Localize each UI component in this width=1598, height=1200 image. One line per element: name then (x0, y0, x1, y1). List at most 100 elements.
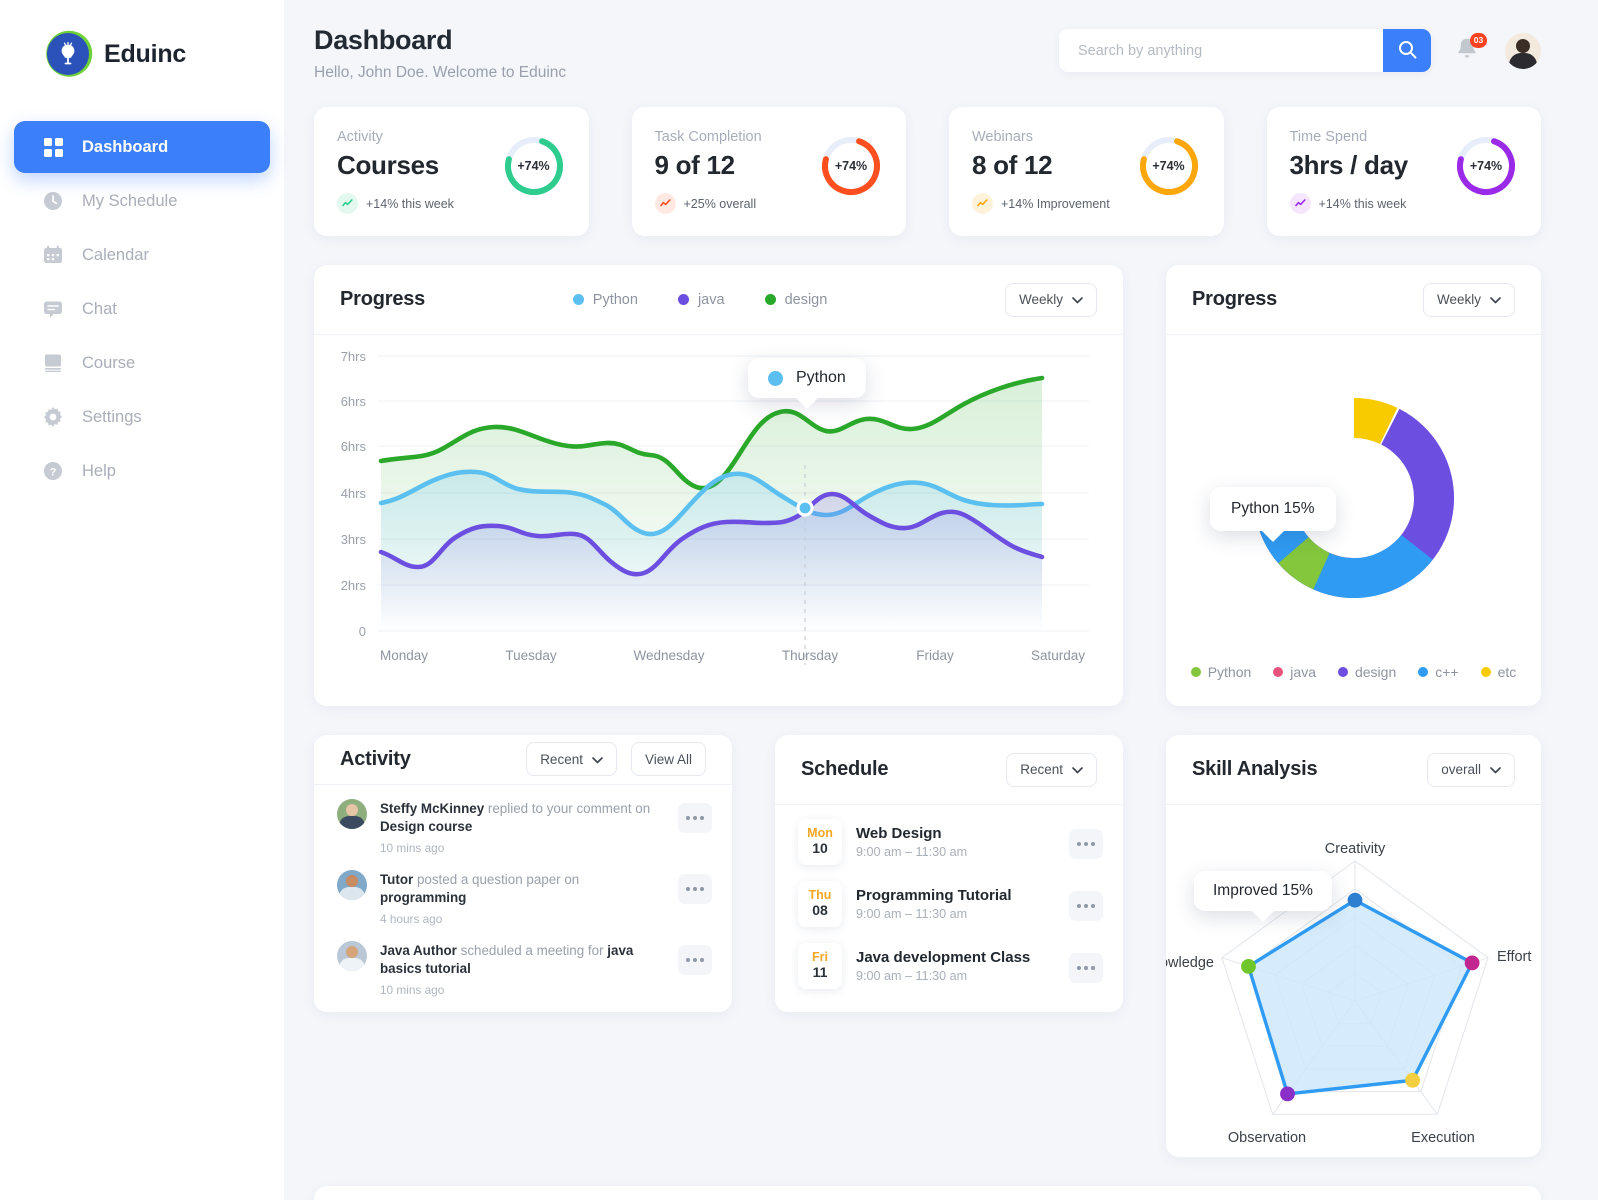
range-select-weekly[interactable]: Weekly (1004, 282, 1097, 317)
more-options-icon[interactable] (678, 802, 712, 833)
panel-actions: Weekly (1422, 282, 1515, 317)
tooltip-label: Python (796, 369, 846, 386)
chat-icon (42, 298, 64, 320)
sidebar-item-my-schedule[interactable]: My Schedule (14, 175, 270, 227)
page-subtitle: Hello, John Doe. Welcome to Eduinc (314, 64, 567, 81)
legend-item-python[interactable]: Python (1190, 664, 1252, 680)
activity-action: scheduled a meeting for (456, 942, 608, 958)
radar-axis-label-execution: Execution (1411, 1130, 1475, 1146)
trend-up-icon (337, 193, 358, 214)
sidebar-item-course[interactable]: Course (14, 337, 270, 389)
more-options-icon[interactable] (1069, 953, 1103, 983)
more-options-icon[interactable] (1069, 891, 1103, 921)
legend-label: design (784, 291, 828, 308)
sidebar-item-chat[interactable]: Chat (14, 283, 270, 335)
avatar[interactable] (1505, 32, 1541, 69)
courses-panel: Courses Sortby View All Course Name Pric… (314, 1186, 1541, 1200)
search-input[interactable] (1059, 29, 1383, 72)
stat-card-activity[interactable]: Activity Courses +14% this week +74% (314, 107, 589, 236)
schedule-sort-select[interactable]: Recent (1006, 752, 1097, 787)
svg-text:6hrs: 6hrs (341, 439, 367, 454)
list-item[interactable]: Mon 10 Web Design 9:00 am – 11:30 am (798, 819, 1103, 865)
legend-color-dot (1480, 667, 1491, 677)
legend-item-java[interactable]: java (677, 292, 725, 308)
panel-actions: overall (1427, 752, 1515, 787)
stat-delta: +25% overall (654, 193, 821, 214)
grid-icon (42, 136, 64, 158)
progress-donut-panel: Progress Weekly Python 15% Python java d… (1166, 265, 1541, 706)
radar-axis-label-observation: Observation (1228, 1130, 1306, 1146)
activity-action: posted a question paper on (413, 871, 580, 887)
app-root: Eduinc Dashboard My Schedule Calendar Ch… (0, 0, 1598, 1200)
legend-label: java (1290, 664, 1316, 680)
more-options-icon[interactable] (678, 873, 712, 904)
list-item[interactable]: Thu 08 Programming Tutorial 9:00 am – 11… (798, 881, 1103, 927)
activity-sort-select[interactable]: Recent (526, 742, 617, 777)
sidebar-item-help[interactable]: ? Help (14, 445, 270, 497)
list-item[interactable]: Fri 11 Java development Class 9:00 am – … (798, 943, 1103, 989)
legend-item-design[interactable]: design (764, 291, 828, 308)
schedule-date: Fri 11 (798, 943, 842, 989)
hover-point (796, 499, 814, 517)
sidebar-item-label: Dashboard (82, 137, 169, 156)
list-item[interactable]: Java Author scheduled a meeting for java… (337, 940, 712, 999)
sidebar-item-dashboard[interactable]: Dashboard (14, 121, 270, 173)
brand-name: Eduinc (104, 39, 187, 68)
stat-ring-percent: +74% (834, 159, 868, 173)
activity-actor: Steffy McKinney (380, 800, 485, 816)
stat-card-task-completion[interactable]: Task Completion 9 of 12 +25% overall +74… (631, 107, 906, 236)
svg-text:Friday: Friday (916, 648, 954, 663)
sidebar-item-calendar[interactable]: Calendar (14, 229, 270, 281)
bell-icon (1455, 38, 1479, 66)
topbar-actions: 03 (1059, 25, 1541, 72)
tooltip-color-dot (768, 370, 783, 386)
radar-tooltip-label: Improved 15% (1213, 882, 1313, 899)
search-button[interactable] (1383, 29, 1431, 72)
range-label: overall (1441, 762, 1481, 777)
radar-point-creativity (1347, 892, 1363, 908)
stat-delta-text: +14% this week (366, 196, 454, 211)
activity-time: 10 mins ago (380, 983, 445, 998)
trend-up-icon (1289, 193, 1311, 214)
more-options-icon[interactable] (678, 944, 712, 975)
legend-label: Python (1207, 664, 1252, 680)
stat-delta-text: +25% overall (683, 196, 757, 211)
legend-item-java[interactable]: java (1273, 664, 1316, 680)
stat-value: 3hrs / day (1289, 150, 1409, 180)
activity-action: replied to your comment on (484, 800, 651, 816)
schedule-day: 08 (812, 902, 828, 919)
legend-item-cpp[interactable]: c++ (1418, 664, 1459, 680)
legend-item-etc[interactable]: etc (1480, 664, 1516, 680)
schedule-dow: Mon (807, 825, 833, 840)
notifications-button[interactable]: 03 (1455, 32, 1487, 66)
legend-color-dot (1418, 667, 1429, 677)
donut-legend: Python java design c++ etc (1166, 664, 1541, 706)
legend-item-python[interactable]: Python (572, 292, 638, 308)
lightbulb-icon (47, 33, 89, 75)
radar-chart: Creativity Effort Execution Observation … (1166, 805, 1541, 1157)
activity-view-all-button[interactable]: View All (630, 742, 706, 777)
skill-range-select[interactable]: overall (1427, 752, 1515, 787)
schedule-date: Thu 08 (798, 881, 842, 927)
legend-item-design[interactable]: design (1337, 664, 1396, 680)
svg-text:Wednesday: Wednesday (633, 648, 704, 663)
stat-card-time-spend[interactable]: Time Spend 3hrs / day +14% this week +74… (1266, 107, 1541, 236)
range-label: Weekly (1436, 292, 1481, 307)
list-item[interactable]: Steffy McKinney replied to your comment … (337, 798, 712, 857)
activity-text: Tutor posted a question paper on program… (380, 870, 665, 928)
radar-axis-label-knowledge: Knowledge (1166, 955, 1214, 971)
schedule-info: Programming Tutorial 9:00 am – 11:30 am (856, 887, 1055, 921)
more-options-icon[interactable] (1069, 829, 1103, 859)
activity-actor: Tutor (380, 871, 414, 887)
sidebar-item-settings[interactable]: Settings (14, 391, 270, 443)
list-item[interactable]: Tutor posted a question paper on program… (337, 869, 712, 928)
legend-color-dot (572, 294, 584, 305)
range-select-weekly[interactable]: Weekly (1422, 282, 1515, 317)
activity-panel: Activity Recent View All Steffy McKinney… (314, 735, 732, 1012)
stat-card-webinars[interactable]: Webinars 8 of 12 +14% Improvement +74% (949, 107, 1224, 236)
legend-color-dot (1273, 667, 1284, 677)
panel-actions: Recent View All (526, 742, 706, 777)
schedule-panel: Schedule Recent Mon 10 Web Design 9:00 a… (775, 735, 1123, 1012)
panel-title: Schedule (801, 758, 889, 780)
chevron-down-icon (592, 752, 603, 767)
